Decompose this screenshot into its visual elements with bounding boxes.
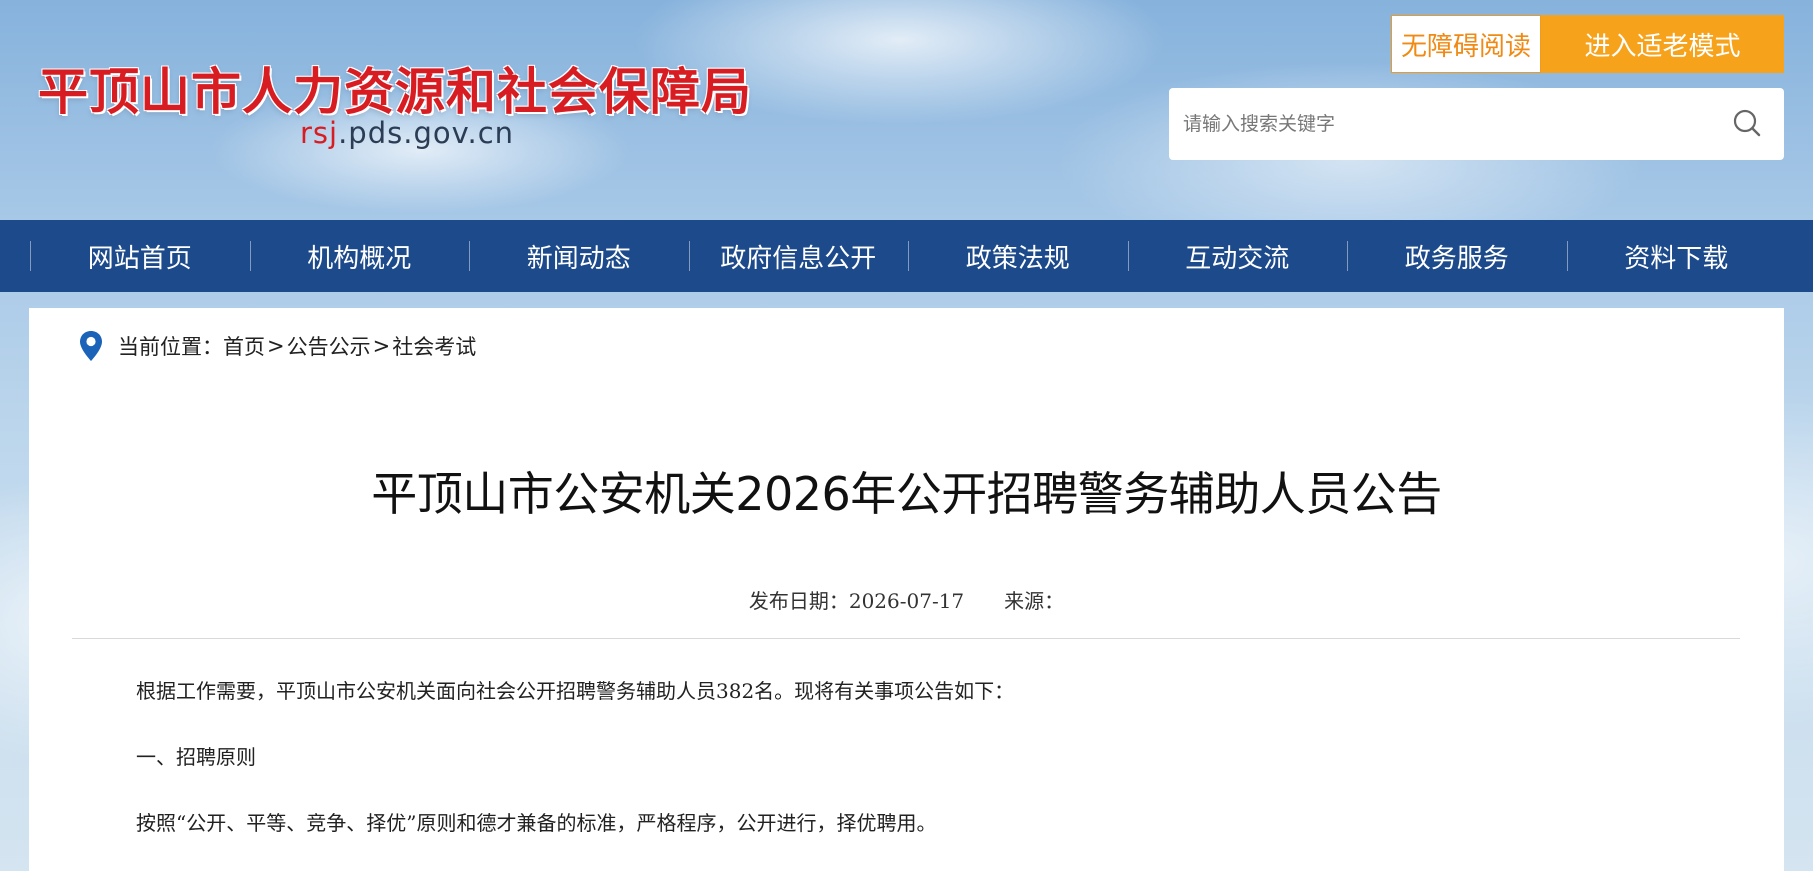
article-paragraph: 一、招聘原则	[136, 745, 256, 769]
article-paragraph: 根据工作需要，平顶山市公安机关面向社会公开招聘警务辅助人员382名。现将有关事项…	[136, 679, 1015, 703]
elder-mode-button[interactable]: 进入适老模式	[1541, 15, 1784, 73]
nav-item-services[interactable]: 政务服务	[1347, 220, 1567, 292]
breadcrumb-prefix: 当前位置：	[118, 335, 223, 359]
breadcrumb: 当前位置： 首页 > 公告公示 > 社会考试	[78, 330, 476, 362]
nav-item-gov-info[interactable]: 政府信息公开	[688, 220, 909, 292]
article-meta: 发布日期：2026-07-17 来源：	[29, 585, 1784, 614]
site-header: 平顶山市人力资源和社会保障局 rsj.pds.gov.cn 无障碍阅读 进入适老…	[0, 0, 1813, 220]
article-title: 平顶山市公安机关2026年公开招聘警务辅助人员公告	[371, 467, 1442, 521]
accessibility-reading-button[interactable]: 无障碍阅读	[1391, 15, 1541, 73]
content-panel: 当前位置： 首页 > 公告公示 > 社会考试 平顶山市公安机关2026年公开招聘…	[29, 308, 1784, 871]
site-domain: rsj.pds.gov.cn	[300, 116, 514, 150]
site-title[interactable]: 平顶山市人力资源和社会保障局	[38, 52, 752, 124]
nav-item-downloads[interactable]: 资料下载	[1566, 220, 1787, 292]
nav-item-news[interactable]: 新闻动态	[469, 220, 689, 292]
article-source: 来源：	[1004, 589, 1065, 613]
breadcrumb-home[interactable]: 首页	[223, 331, 265, 361]
nav-item-interaction[interactable]: 互动交流	[1127, 220, 1348, 292]
nav-item-policy[interactable]: 政策法规	[908, 220, 1128, 292]
location-pin-icon	[80, 331, 102, 361]
search-input[interactable]	[1169, 94, 1689, 154]
article-paragraph: 按照“公开、平等、竞争、择优”原则和德才兼备的标准，严格程序，公开进行，择优聘用…	[136, 811, 937, 835]
publish-date: 发布日期：2026-07-17	[748, 589, 965, 613]
article-body: 根据工作需要，平顶山市公安机关面向社会公开招聘警务辅助人员382名。现将有关事项…	[136, 676, 1696, 871]
breadcrumb-separator: >	[372, 334, 391, 358]
breadcrumb-social-exams[interactable]: 社会考试	[392, 331, 476, 361]
nav-item-organization[interactable]: 机构概况	[249, 220, 470, 292]
main-nav: 网站首页 机构概况 新闻动态 政府信息公开 政策法规 互动交流 政务服务 资料下…	[0, 220, 1813, 292]
search-icon[interactable]	[1732, 108, 1762, 138]
divider	[72, 638, 1740, 639]
breadcrumb-separator: >	[267, 334, 285, 358]
domain-suffix: .pds.gov.cn	[338, 116, 515, 150]
nav-item-home[interactable]: 网站首页	[30, 220, 250, 292]
search-box	[1169, 88, 1784, 160]
domain-prefix: rsj	[300, 116, 339, 150]
breadcrumb-announcements[interactable]: 公告公示	[287, 331, 371, 361]
